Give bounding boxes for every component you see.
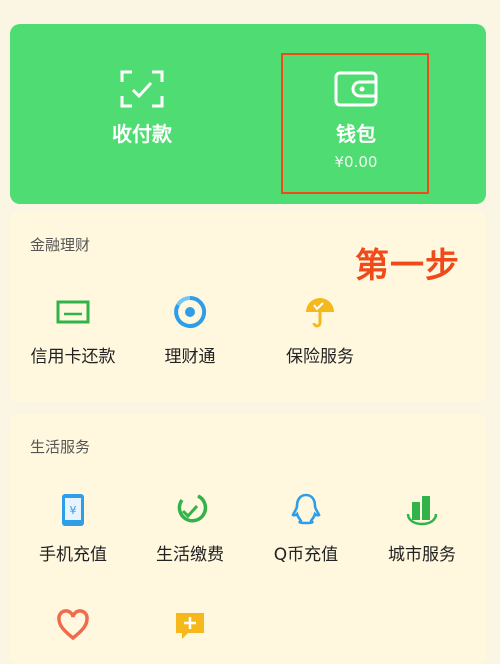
utility-pay-button[interactable]: 生活缴费 (135, 492, 245, 565)
licaitong-label: 理财通 (164, 347, 216, 367)
phone-icon: ¥ (62, 494, 84, 526)
credit-card-repay-label: 信用卡还款 (30, 347, 116, 367)
wallet-highlight-box (281, 53, 429, 194)
wealth-circle-icon (174, 295, 207, 328)
heart-hands-icon (57, 609, 89, 641)
receive-pay-label: 收付款 (112, 122, 172, 146)
mobile-topup-label: 手机充值 (39, 545, 107, 565)
qq-penguin-icon (291, 493, 321, 525)
finance-title: 金融理财 (30, 236, 91, 254)
credit-card-icon (56, 300, 90, 324)
feedback-button[interactable] (135, 608, 245, 644)
city-services-label: 城市服务 (388, 545, 456, 565)
leaf-check-icon (177, 494, 208, 523)
life-services-section: 生活服务 ¥ 手机充值 生活缴费 Q币充值 城市服务 (10, 414, 486, 664)
insurance-label: 保险服务 (286, 347, 354, 367)
insurance-button[interactable]: 保险服务 (265, 294, 375, 367)
life-services-title: 生活服务 (30, 438, 91, 456)
licaitong-button[interactable]: 理财通 (135, 294, 245, 367)
charity-button[interactable] (18, 608, 128, 644)
receive-pay-button[interactable]: 收付款 (72, 70, 212, 210)
qcoin-topup-label: Q币充值 (273, 545, 339, 565)
city-buildings-icon (406, 496, 438, 526)
utility-pay-label: 生活缴费 (156, 545, 224, 565)
city-services-button[interactable]: 城市服务 (367, 492, 477, 565)
chat-plus-icon (176, 613, 204, 639)
svg-text:¥: ¥ (70, 504, 77, 517)
credit-card-repay-button[interactable]: 信用卡还款 (18, 294, 128, 367)
scan-qr-icon (120, 70, 164, 108)
step-one-annotation: 第一步 (355, 246, 460, 286)
qcoin-topup-button[interactable]: Q币充值 (251, 492, 361, 565)
umbrella-icon (306, 298, 334, 328)
mobile-topup-button[interactable]: ¥ 手机充值 (18, 492, 128, 565)
